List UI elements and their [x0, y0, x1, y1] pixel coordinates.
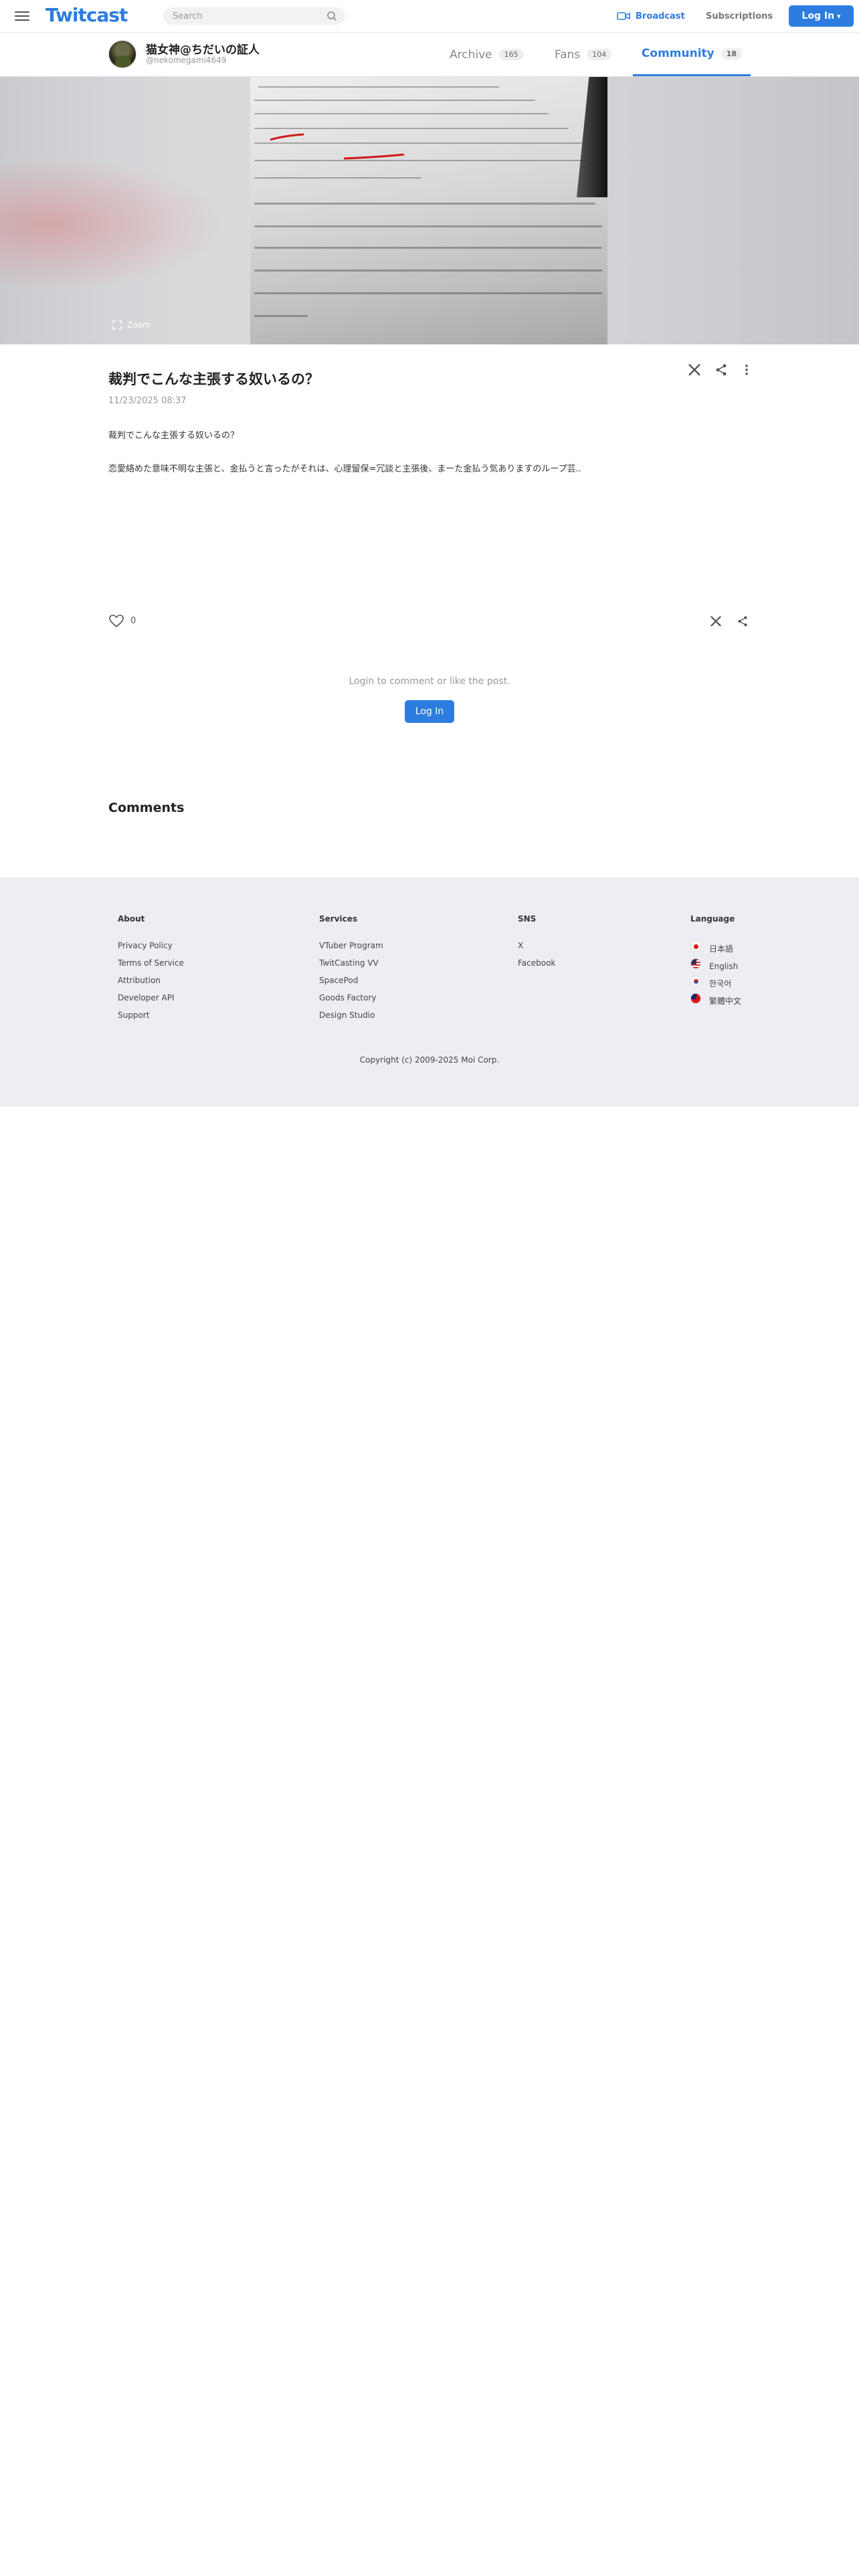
footer-sns: SNS X Facebook — [518, 914, 555, 976]
profile-bar: 猫女神@ちだいの証人 @nekomegami4649 Archive 165 F… — [0, 33, 859, 77]
tab-label: Community — [641, 47, 714, 60]
footer-link-twitcasting-vv[interactable]: TwitCasting VV — [319, 958, 383, 976]
text-line — [254, 100, 535, 101]
expand-icon — [112, 320, 122, 330]
login-button[interactable]: Log In ▾ — [789, 5, 854, 27]
search-icon[interactable] — [326, 11, 337, 21]
footer-link-attribution[interactable]: Attribution — [118, 976, 184, 993]
login-to-comment-button[interactable]: Log In — [405, 700, 454, 723]
korea-flag-icon — [690, 976, 701, 986]
text-line — [254, 270, 602, 272]
profile-handle: @nekomegami4649 — [146, 56, 227, 65]
footer-language: Language 日本語 English 한국어 繁體中文 — [690, 914, 741, 1010]
language-option-traditional-chinese[interactable]: 繁體中文 — [690, 993, 741, 1010]
more-options-icon[interactable] — [739, 362, 755, 378]
tab-count-badge: 18 — [721, 47, 743, 60]
language-option-japanese[interactable]: 日本語 — [690, 941, 741, 958]
x-share-icon[interactable] — [686, 362, 702, 378]
text-line — [254, 247, 602, 249]
footer-link-developer-api[interactable]: Developer API — [118, 993, 184, 1010]
login-label: Log In — [801, 11, 835, 21]
text-line — [254, 113, 549, 114]
broadcast-label: Broadcast — [636, 11, 685, 21]
language-label: 日本語 — [709, 944, 734, 954]
language-label: English — [709, 962, 739, 971]
menu-icon[interactable] — [15, 9, 29, 23]
tab-label: Fans — [555, 47, 581, 62]
footer-services: Services VTuber Program TwitCasting VV S… — [319, 914, 383, 1028]
profile-name[interactable]: 猫女神@ちだいの証人 — [146, 40, 260, 57]
comments-heading: Comments — [108, 800, 185, 815]
tab-count-badge: 165 — [498, 49, 524, 60]
subscriptions-link[interactable]: Subscriptions — [706, 0, 773, 32]
taiwan-flag-icon — [690, 993, 701, 1004]
twitcast-logo[interactable]: Twitcast — [45, 4, 128, 26]
footer-link-design-studio[interactable]: Design Studio — [319, 1010, 383, 1028]
avatar[interactable] — [108, 40, 136, 68]
broadcast-link[interactable]: Broadcast — [617, 0, 685, 32]
text-line — [254, 128, 569, 129]
copyright-text: Copyright (c) 2009-2025 Moi Corp. — [359, 1055, 500, 1065]
zoom-button[interactable]: Zoom — [112, 320, 151, 330]
text-line — [258, 86, 499, 88]
share-icon[interactable] — [713, 362, 729, 378]
footer-heading: About — [118, 914, 145, 924]
x-share-icon[interactable] — [708, 613, 724, 629]
footer-link-spacepod[interactable]: SpacePod — [319, 976, 383, 993]
tab-label: Archive — [450, 47, 492, 62]
top-navbar: Twitcast Broadcast Subscriptions Log In … — [0, 0, 859, 33]
text-line — [254, 292, 602, 294]
search-input[interactable] — [173, 10, 320, 22]
tab-count-badge: 104 — [587, 49, 612, 60]
post-body-line: 恋愛絡めた意味不明な主張と、金払うと言ったがそれは、心理留保=冗談と主張後、まー… — [108, 464, 581, 474]
footer-link-support[interactable]: Support — [118, 1010, 184, 1028]
footer-link-privacy[interactable]: Privacy Policy — [118, 941, 184, 958]
post-body-line: 裁判でこんな主張する奴いるの？ — [108, 431, 240, 441]
search-box[interactable] — [163, 7, 345, 25]
share-icon[interactable] — [735, 613, 751, 629]
post-photo[interactable] — [250, 77, 607, 344]
photo-shadow — [577, 77, 607, 197]
blurred-background — [0, 157, 227, 291]
video-camera-icon — [617, 12, 630, 20]
language-option-korean[interactable]: 한국어 — [690, 976, 741, 993]
tab-community[interactable]: Community 18 — [633, 33, 751, 76]
text-line — [254, 203, 595, 205]
heart-icon[interactable] — [108, 613, 124, 629]
text-line — [254, 177, 421, 179]
language-label: 繁體中文 — [709, 996, 742, 1006]
us-flag-icon — [690, 958, 701, 969]
post-date: 11/23/2025 08:37 — [108, 396, 187, 406]
zoom-label: Zoom — [127, 320, 151, 330]
tab-archive[interactable]: Archive 165 — [450, 33, 524, 76]
language-option-english[interactable]: English — [690, 958, 741, 976]
footer-heading: Services — [319, 914, 358, 924]
japan-flag-icon — [690, 941, 701, 952]
footer-link-facebook[interactable]: Facebook — [518, 958, 555, 976]
post-image-banner[interactable]: Zoom — [0, 77, 859, 344]
red-underline-marks — [270, 133, 405, 160]
footer-link-terms[interactable]: Terms of Service — [118, 958, 184, 976]
footer: About Privacy Policy Terms of Service At… — [0, 877, 859, 1107]
footer-heading: SNS — [518, 914, 537, 924]
footer-about: About Privacy Policy Terms of Service At… — [118, 914, 184, 1028]
chevron-down-icon: ▾ — [837, 11, 841, 21]
like-count: 0 — [130, 616, 136, 626]
footer-heading: Language — [690, 914, 735, 924]
language-label: 한국어 — [709, 979, 732, 988]
footer-link-vtuber[interactable]: VTuber Program — [319, 941, 383, 958]
text-line — [254, 225, 602, 227]
footer-link-goods-factory[interactable]: Goods Factory — [319, 993, 383, 1010]
text-line — [254, 315, 308, 317]
post-title: 裁判でこんな主張する奴いるの？ — [108, 371, 319, 387]
login-prompt-text: Login to comment or like the post. — [349, 676, 510, 687]
tab-fans[interactable]: Fans 104 — [555, 33, 612, 76]
footer-link-x[interactable]: X — [518, 941, 555, 958]
